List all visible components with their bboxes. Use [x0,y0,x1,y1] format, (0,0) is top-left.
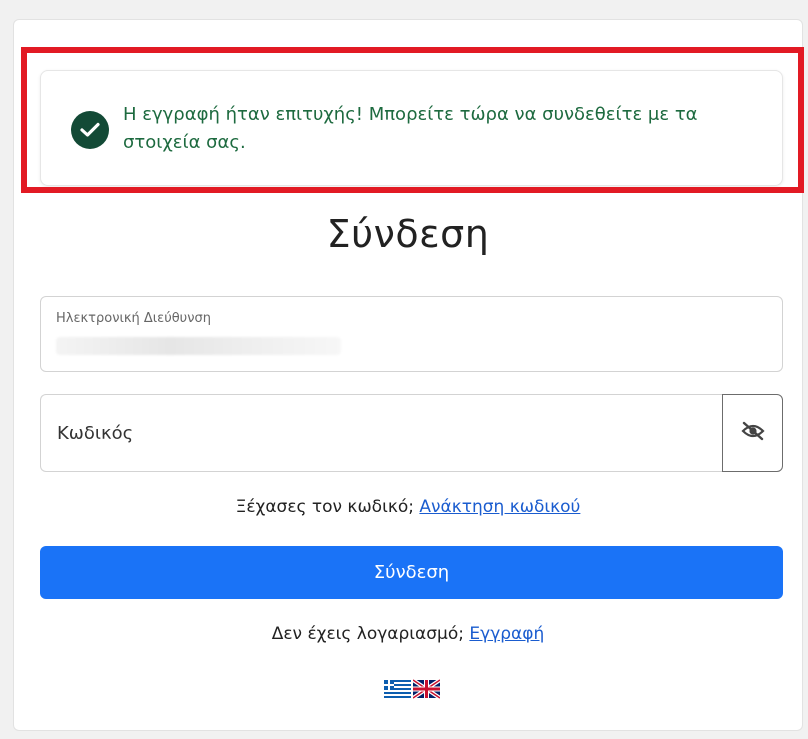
success-alert: Η εγγραφή ήταν επιτυχής! Μπορείτε τώρα ν… [40,70,783,186]
password-placeholder: Κωδικός [57,423,134,444]
uk-flag-icon[interactable] [411,678,442,703]
forgot-password-row: Ξέχασες τον κωδικό; Ανάκτηση κωδικού [13,497,803,517]
eye-slash-icon [740,421,765,445]
email-value-redacted [56,337,341,355]
register-row: Δεν έχεις λογαριασμό; Εγγραφή [13,624,803,644]
login-button[interactable]: Σύνδεση [40,546,783,599]
email-field[interactable]: Ηλεκτρονική Διεύθυνση [40,296,783,372]
no-account-text: Δεν έχεις λογαριασμό; [271,624,464,644]
password-toggle-button[interactable] [722,394,783,472]
page-title: Σύνδεση [326,212,490,256]
forgot-text: Ξέχασες τον κωδικό; [235,497,414,517]
password-field[interactable]: Κωδικός [40,394,722,472]
register-link[interactable]: Εγγραφή [469,624,544,644]
alert-message: Η εγγραφή ήταν επιτυχής! Μπορείτε τώρα ν… [123,104,698,153]
greek-flag-icon[interactable] [384,679,411,703]
email-label: Ηλεκτρονική Διεύθυνση [56,311,211,326]
check-circle-icon [71,111,109,149]
recover-password-link[interactable]: Ανάκτηση κωδικού [419,497,580,517]
language-switcher [384,678,442,703]
